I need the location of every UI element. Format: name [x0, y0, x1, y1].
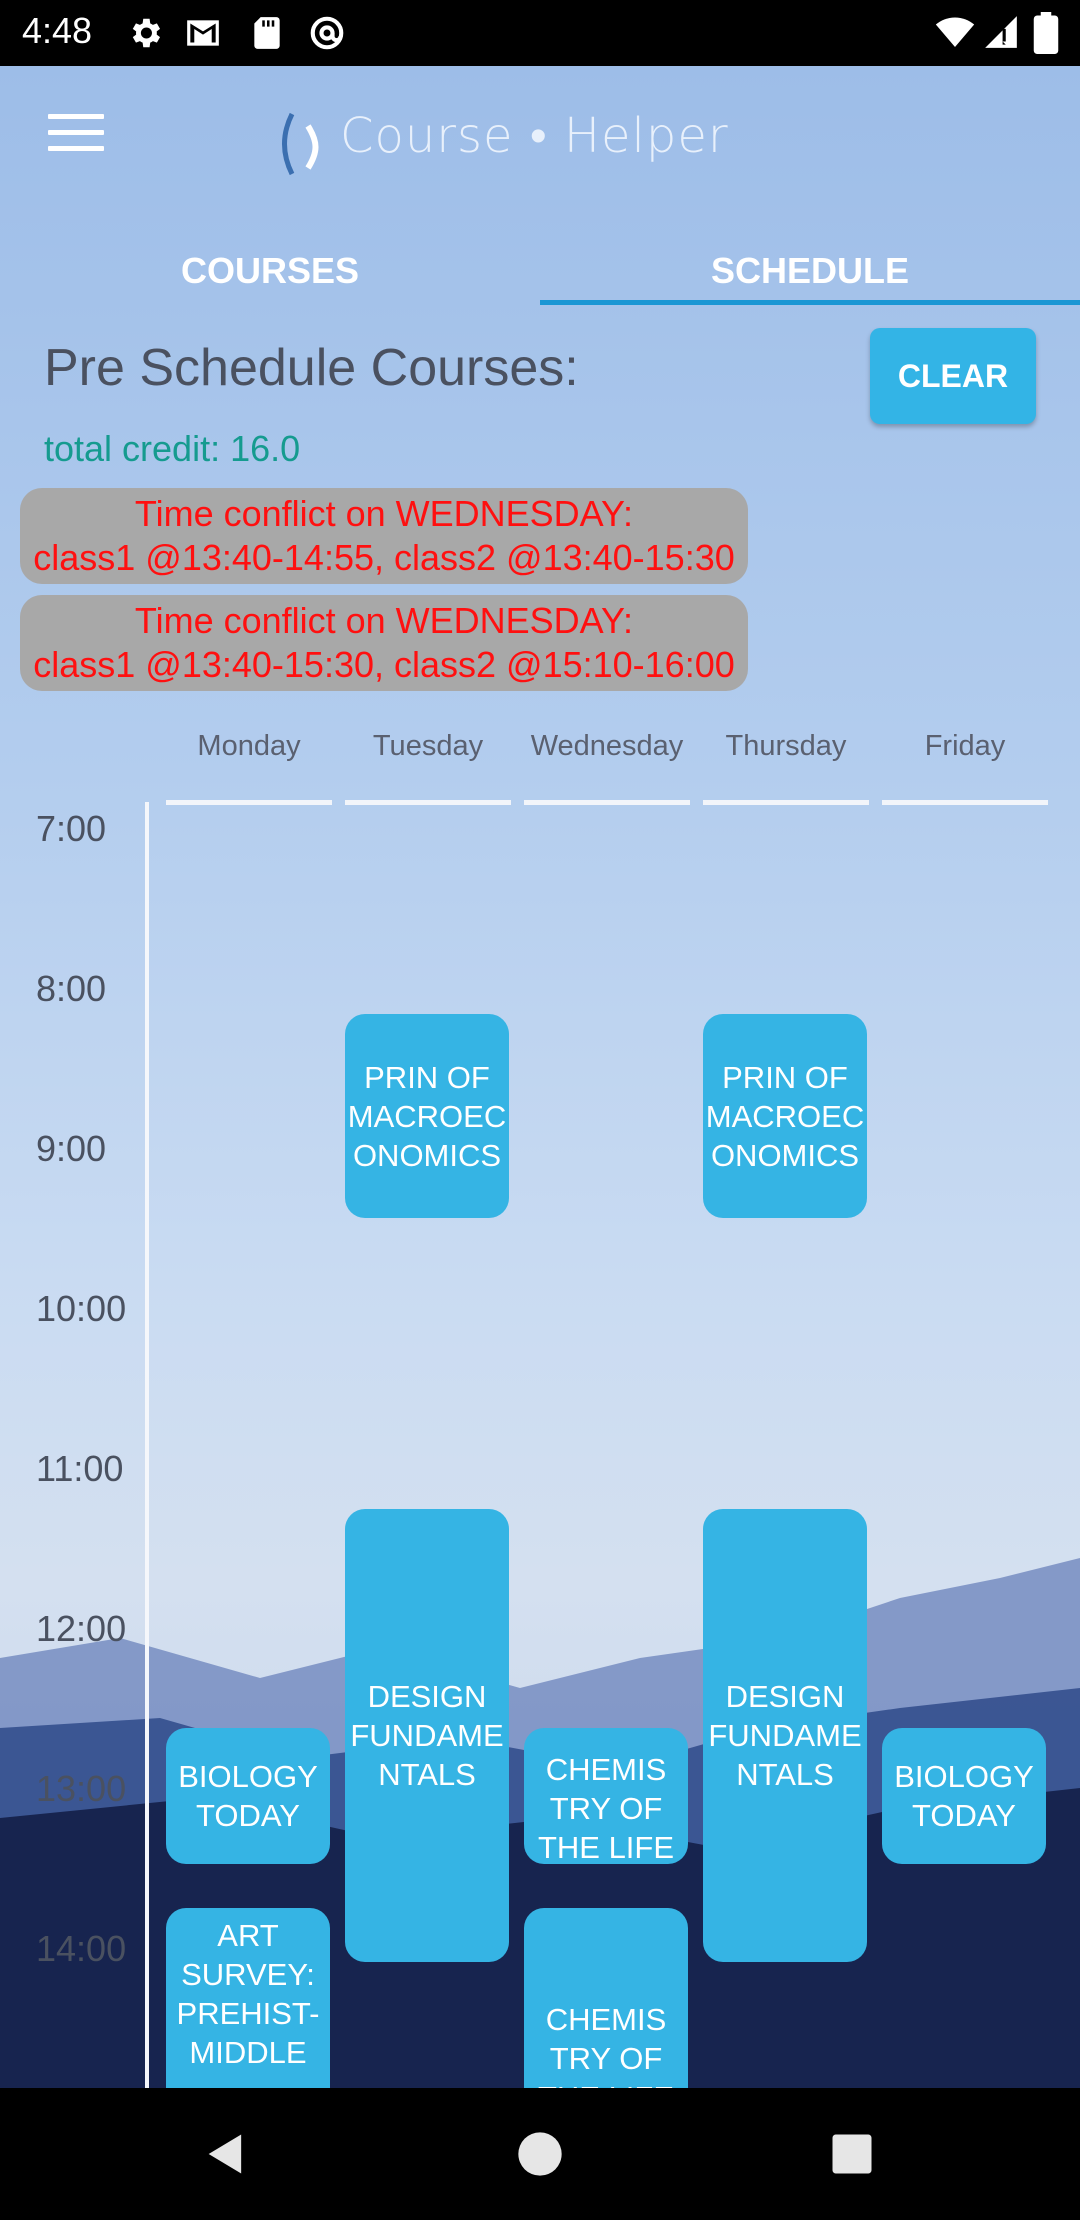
day-header-friday: Friday — [924, 730, 1006, 762]
course-block[interactable]: CHEMIS TRY OF THE LIFE SCI LAB — [524, 1728, 688, 1864]
conflict-warning: Time conflict on WEDNESDAY: class1 @13:4… — [20, 595, 748, 691]
tab-courses[interactable]: COURSES — [0, 236, 540, 346]
day-divider — [345, 800, 511, 805]
home-icon[interactable] — [514, 2128, 566, 2180]
total-credit: total credit: 16.0 — [44, 428, 301, 469]
conflict-line: Time conflict on WEDNESDAY: — [134, 493, 634, 534]
signal-icon — [985, 16, 1017, 48]
course-block[interactable]: ART SURVEY: PREHIST-MIDDLE — [166, 1908, 330, 2088]
time-axis-line — [145, 802, 149, 2088]
hour-label: 12:00 — [36, 1608, 127, 1649]
app-logo-icon — [282, 112, 319, 176]
day-header-thursday: Thursday — [725, 730, 847, 762]
conflict-line: class1 @13:40-14:55, class2 @13:40-15:30 — [33, 537, 735, 578]
day-divider — [882, 800, 1048, 805]
day-divider — [524, 800, 690, 805]
hour-label: 13:00 — [36, 1768, 127, 1809]
navigation-bar — [0, 2088, 1080, 2220]
hamburger-menu-icon[interactable] — [48, 114, 104, 158]
hour-label: 14:00 — [36, 1928, 127, 1969]
sd-card-icon — [254, 17, 280, 49]
hour-label: 11:00 — [36, 1448, 124, 1489]
app-title: Course • Helper — [340, 108, 729, 164]
course-block[interactable]: DESIGN FUNDAME NTALS — [345, 1509, 509, 1962]
day-header-wednesday: Wednesday — [530, 730, 684, 762]
course-block[interactable]: BIOLOGY TODAY — [882, 1728, 1046, 1864]
conflict-line: class1 @13:40-15:30, class2 @15:10-16:00 — [33, 644, 735, 685]
pre-schedule-title: Pre Schedule Courses: — [44, 339, 579, 397]
status-bar: 4:48 — [0, 0, 1080, 66]
status-time: 4:48 — [22, 10, 93, 51]
app-screen: Course • Helper COURSES SCHEDULE Pre Sch… — [0, 66, 1080, 2088]
conflict-line: Time conflict on WEDNESDAY: — [134, 600, 634, 641]
course-block[interactable]: PRIN OF MACROEC ONOMICS — [703, 1014, 867, 1218]
course-block[interactable]: BIOLOGY TODAY — [166, 1728, 330, 1864]
hour-label: 10:00 — [36, 1288, 127, 1329]
day-header-tuesday: Tuesday — [372, 730, 484, 762]
tab-selected-indicator — [540, 300, 1080, 305]
hour-label: 9:00 — [36, 1128, 107, 1169]
hour-label: 7:00 — [36, 808, 107, 849]
day-header-monday: Monday — [197, 730, 301, 762]
course-block[interactable]: DESIGN FUNDAME NTALS — [703, 1509, 867, 1962]
back-icon[interactable] — [200, 2128, 252, 2180]
gmail-icon — [187, 20, 219, 46]
at-sign-icon — [310, 16, 344, 50]
recents-icon[interactable] — [826, 2128, 878, 2180]
course-block[interactable]: CHEMIS TRY OF THE LIFE — [524, 1908, 688, 2088]
day-divider — [703, 800, 869, 805]
clear-button[interactable]: CLEAR — [870, 328, 1036, 424]
day-divider — [166, 800, 332, 805]
conflict-warning: Time conflict on WEDNESDAY: class1 @13:4… — [20, 488, 748, 584]
hour-label: 8:00 — [36, 968, 107, 1009]
wifi-icon — [935, 17, 975, 47]
battery-icon — [1033, 12, 1059, 54]
settings-icon — [132, 18, 161, 48]
course-block[interactable]: PRIN OF MACROEC ONOMICS — [345, 1014, 509, 1218]
